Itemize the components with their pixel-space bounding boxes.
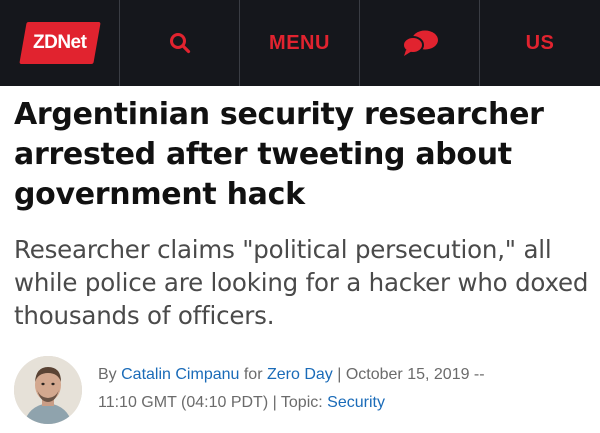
article-deck: Researcher claims "political persecution… (14, 235, 589, 330)
publish-date: October 15, 2019 -- (345, 366, 485, 383)
byline-section: By Catalin Cimpanu for Zero Day | Octobe… (14, 356, 589, 426)
region-button[interactable]: US (480, 0, 600, 86)
region-label: US (525, 31, 555, 54)
article-headline: Argentinian security researcher arrested… (14, 97, 544, 212)
byline-separator: | (337, 366, 342, 383)
blog-link[interactable]: Zero Day (267, 366, 333, 383)
menu-label: MENU (269, 31, 330, 54)
top-navigation-bar: ZDNet MENU US (0, 0, 600, 86)
topic-link[interactable]: Security (327, 394, 385, 411)
byline-separator: | (272, 394, 277, 411)
logo-cell[interactable]: ZDNet (0, 0, 120, 86)
chat-bubbles-icon (401, 29, 439, 57)
author-avatar[interactable] (14, 356, 82, 424)
search-icon (169, 32, 191, 54)
publish-time: 11:10 GMT (04:10 PDT) (98, 394, 269, 411)
logo-text: ZDNet (32, 32, 87, 53)
byline-by: By (98, 366, 117, 383)
zdnet-logo[interactable]: ZDNet (18, 22, 101, 64)
byline-for: for (243, 366, 263, 383)
author-link[interactable]: Catalin Cimpanu (121, 366, 239, 383)
chat-button[interactable] (360, 0, 480, 86)
search-button[interactable] (120, 0, 240, 86)
menu-button[interactable]: MENU (240, 0, 360, 86)
byline-text: By Catalin Cimpanu for Zero Day | Octobe… (98, 361, 485, 417)
topic-label: Topic: (280, 394, 323, 411)
